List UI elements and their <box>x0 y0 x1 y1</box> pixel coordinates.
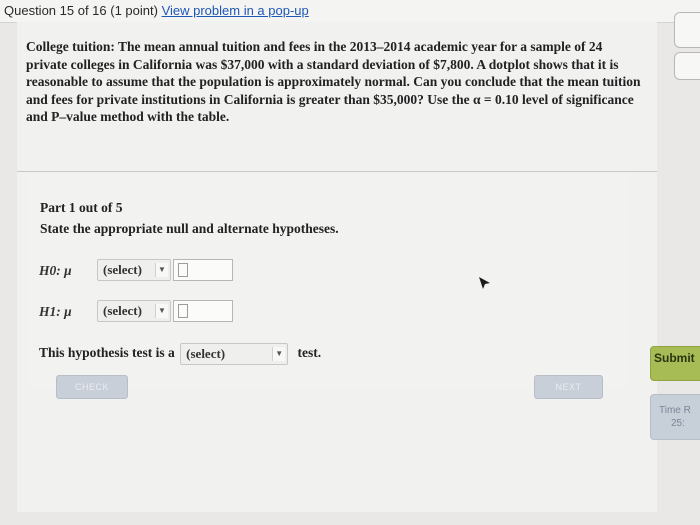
null-hypothesis-row: H0: μ (select) ▼ <box>39 259 259 281</box>
input-placeholder-icon <box>178 263 188 277</box>
question-header-text: Question 15 of 16 (1 point) View problem… <box>4 0 309 22</box>
question-text: College tuition: The mean annual tuition… <box>26 38 646 126</box>
question-counter: Question 15 of 16 (1 point) <box>4 3 158 18</box>
alternate-hypothesis-select-text: (select) <box>103 303 142 318</box>
part-title: Part 1 out of 5 <box>40 200 123 215</box>
mouse-cursor-icon <box>479 277 490 289</box>
question-header: Question 15 of 16 (1 point) View problem… <box>0 0 700 23</box>
test-type-row: This hypothesis test is a (select) ▼ tes… <box>39 343 321 365</box>
check-button[interactable]: CHECK <box>56 375 128 399</box>
question-body: The mean annual tuition and fees in the … <box>26 39 641 125</box>
question-panel: College tuition: The mean annual tuition… <box>17 22 657 512</box>
null-hypothesis-label: H0: μ <box>39 263 72 278</box>
view-popup-link[interactable]: View problem in a pop-up <box>162 3 309 18</box>
chevron-down-icon: ▼ <box>272 347 286 361</box>
top-right-button-2[interactable] <box>674 52 700 80</box>
question-title: College tuition: <box>26 39 115 54</box>
alternate-hypothesis-select[interactable]: (select) ▼ <box>97 300 171 322</box>
chevron-down-icon: ▼ <box>155 263 168 277</box>
input-placeholder-icon <box>178 304 188 318</box>
alternate-hypothesis-value-input[interactable] <box>173 300 233 322</box>
null-hypothesis-select[interactable]: (select) ▼ <box>97 259 171 281</box>
part-instruction: State the appropriate null and alternate… <box>40 221 339 236</box>
null-hypothesis-value-input[interactable] <box>173 259 233 281</box>
section-divider <box>17 171 657 172</box>
chevron-down-icon: ▼ <box>155 304 168 318</box>
test-type-select[interactable]: (select) ▼ <box>180 343 289 365</box>
next-button[interactable]: NEXT <box>534 375 603 399</box>
test-type-select-text: (select) <box>186 346 226 361</box>
test-type-suffix: test. <box>297 345 322 361</box>
timer-value: 25: <box>671 418 685 429</box>
alternate-hypothesis-row: H1: μ (select) ▼ <box>39 300 259 322</box>
top-right-button[interactable] <box>674 12 700 48</box>
timer-panel: Time R 25: <box>650 394 700 440</box>
null-hypothesis-select-text: (select) <box>103 262 142 277</box>
submit-button[interactable]: Submit <box>650 346 700 381</box>
timer-label: Time R <box>659 405 691 416</box>
alternate-hypothesis-label: H1: μ <box>39 304 72 319</box>
test-type-prefix: This hypothesis test is a <box>39 345 175 361</box>
